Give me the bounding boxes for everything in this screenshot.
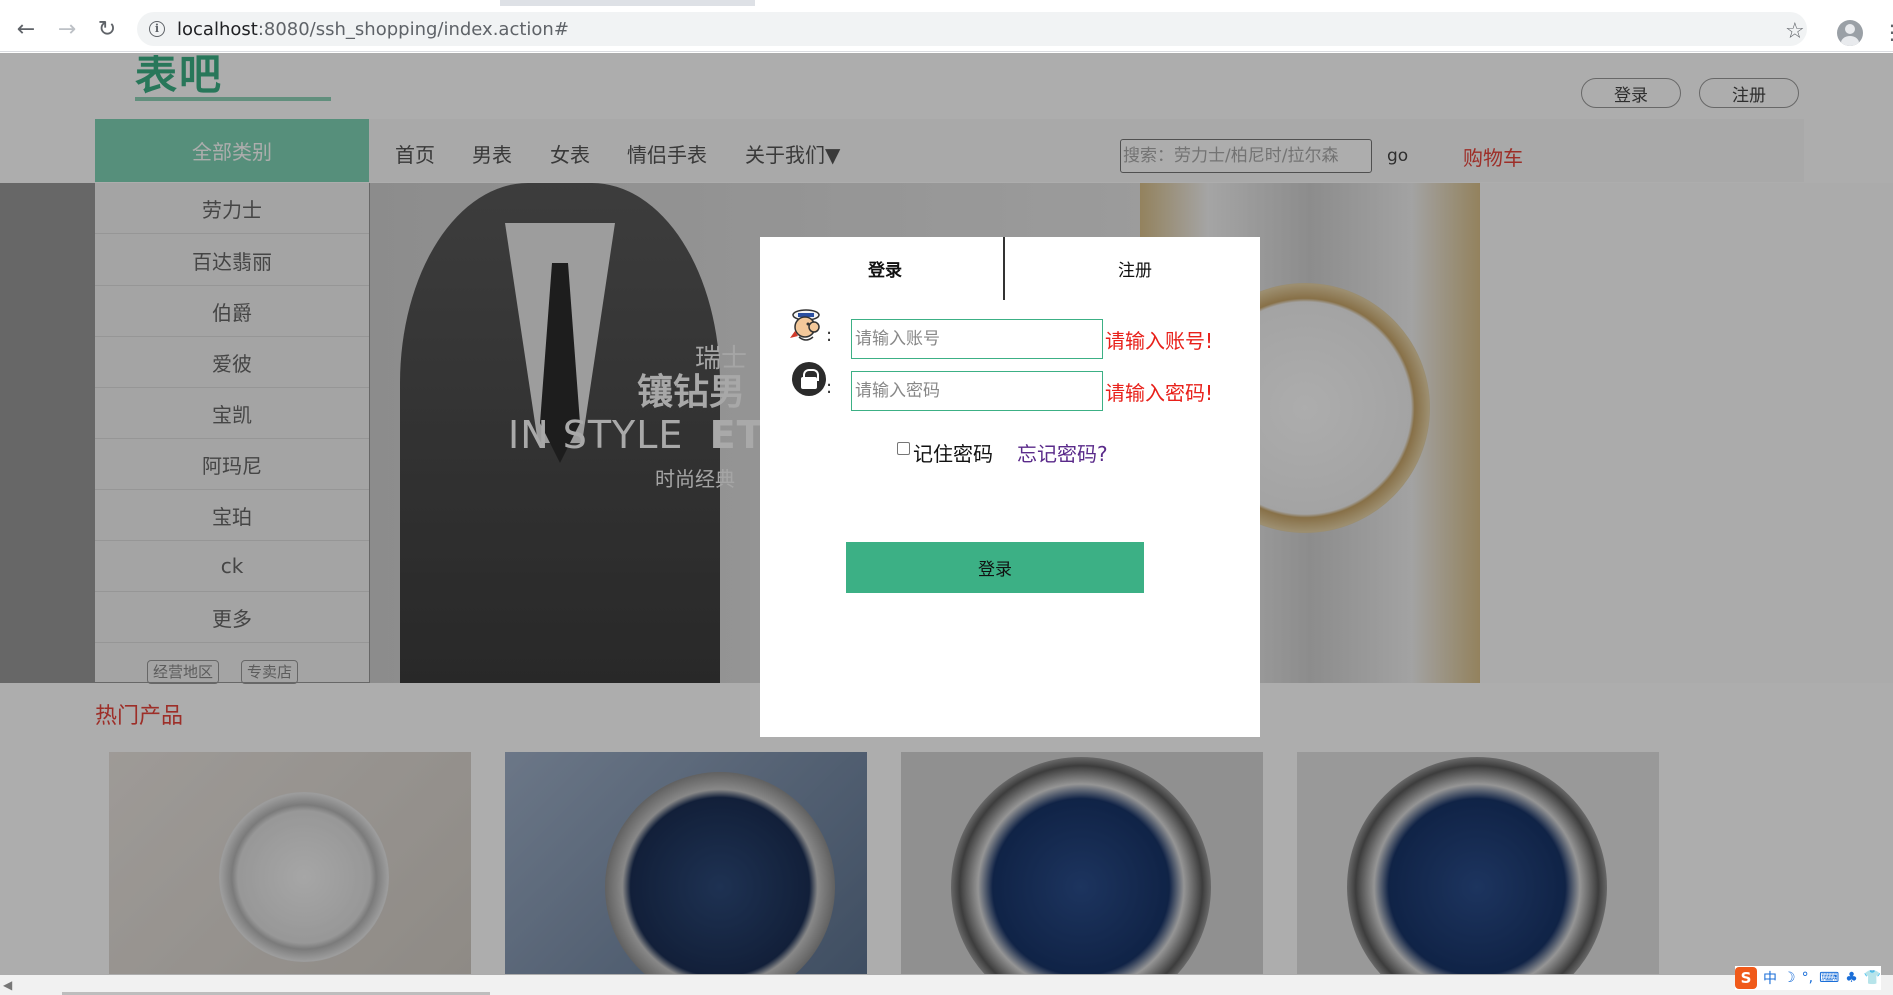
password-input[interactable]: 请输入密码 <box>851 371 1103 411</box>
ime-skin-icon[interactable]: 👕 <box>1864 970 1881 986</box>
forward-icon[interactable]: → <box>53 15 81 43</box>
tab-divider <box>1003 237 1005 300</box>
reload-icon[interactable]: ↻ <box>93 15 121 43</box>
account-colon: : <box>826 325 833 346</box>
login-submit-button[interactable]: 登录 <box>846 542 1144 593</box>
address-bar[interactable]: i localhost:8080/ssh_shopping/index.acti… <box>137 12 1807 46</box>
login-modal: 登录 注册 : 请输入账号 请输入账号! : 请输入密码 请输入密码! 记住密码… <box>760 237 1260 737</box>
sogou-ime-icon[interactable]: S <box>1735 967 1757 989</box>
scroll-left-icon[interactable]: ◀ <box>3 978 12 992</box>
profile-avatar-icon[interactable] <box>1837 20 1863 46</box>
ime-moon-icon[interactable]: ☽ <box>1783 970 1796 986</box>
url-text[interactable]: localhost:8080/ssh_shopping/index.action… <box>177 19 569 40</box>
back-icon[interactable]: ← <box>12 15 40 43</box>
ime-toolbar[interactable]: S 中 ☽ °, ⌨ ♣ 👕 <box>1735 966 1882 990</box>
ime-mode-icon[interactable]: 中 <box>1763 968 1777 988</box>
browser-menu-icon[interactable]: ⋮ <box>1882 20 1893 44</box>
horizontal-scrollbar[interactable]: ◀ <box>0 975 1893 995</box>
tab-login[interactable]: 登录 <box>760 237 1010 300</box>
browser-toolbar: ← → ↻ i localhost:8080/ssh_shopping/inde… <box>0 6 1893 52</box>
account-input[interactable]: 请输入账号 <box>851 319 1103 359</box>
info-icon[interactable]: i <box>149 21 165 37</box>
user-icon <box>790 309 820 341</box>
forgot-password-link[interactable]: 忘记密码? <box>1017 438 1108 467</box>
password-colon: : <box>826 377 833 398</box>
tab-register[interactable]: 注册 <box>1010 237 1260 300</box>
lock-icon <box>792 362 826 396</box>
ime-punct-icon[interactable]: °, <box>1802 970 1813 986</box>
ime-user-icon[interactable]: ♣ <box>1845 970 1858 986</box>
bookmark-star-icon[interactable]: ☆ <box>1785 19 1805 44</box>
account-error-text: 请输入账号! <box>1105 329 1214 353</box>
ime-keyboard-icon[interactable]: ⌨ <box>1819 970 1839 986</box>
remember-checkbox[interactable] <box>897 442 910 455</box>
password-error-text: 请输入密码! <box>1105 381 1214 405</box>
remember-label[interactable]: 记住密码 <box>913 438 993 467</box>
